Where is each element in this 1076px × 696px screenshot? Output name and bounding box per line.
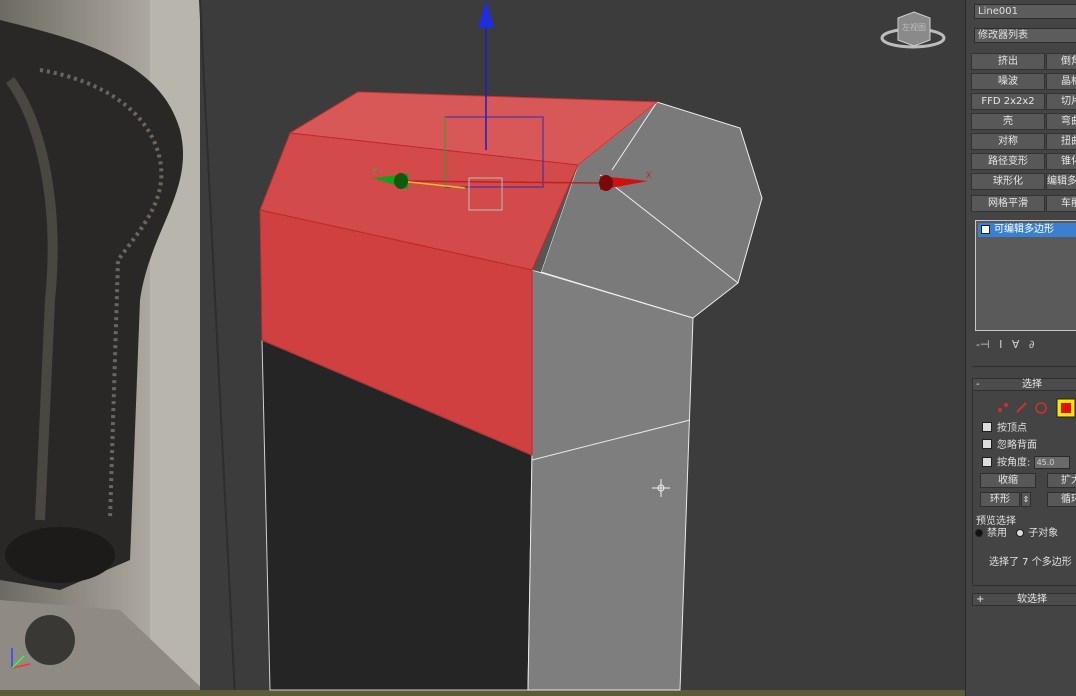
modifier-button-ffd[interactable]: FFD 2x2x2 <box>971 93 1045 110</box>
by-vertex-option[interactable]: 按顶点 <box>982 422 1027 436</box>
expand-icon[interactable] <box>981 224 990 234</box>
ring-spinner[interactable]: ⇕ <box>1021 492 1031 507</box>
viewport-canvas[interactable]: X Y 左视图 <box>0 0 965 696</box>
by-angle-checkbox[interactable] <box>982 456 992 467</box>
modifier-button-spherify[interactable]: 球形化 <box>971 173 1045 190</box>
angle-spinner[interactable]: 45.0 <box>1033 456 1070 469</box>
modifier-button-edit-poly[interactable]: 编辑多边形 <box>1046 173 1076 190</box>
modifier-button-bevel[interactable]: 倒角 <box>1046 53 1076 70</box>
modifier-button-lattice[interactable]: 晶格 <box>1046 73 1076 90</box>
reference-image-plane <box>0 0 235 696</box>
modifier-stack[interactable]: 可编辑多边形 <box>975 220 1076 331</box>
modifier-button-bend[interactable]: 弯曲 <box>1046 113 1076 130</box>
subobject-level-icons <box>998 398 1076 418</box>
preview-subobject-radio[interactable] <box>1016 529 1025 537</box>
modifier-button-twist[interactable]: 扭曲 <box>1046 133 1076 150</box>
viewcube-label: 左视图 <box>902 22 926 32</box>
object-name-field[interactable]: Line001 <box>974 4 1076 19</box>
grow-button[interactable]: 扩大 <box>1047 473 1076 488</box>
modifier-button-lathe[interactable]: 车削 <box>1046 195 1076 212</box>
modifier-button-path-deform[interactable]: 路径变形 <box>971 153 1045 170</box>
by-angle-option[interactable]: 按角度: 45.0 <box>982 456 1070 470</box>
remove-modifier-icon[interactable]: ∂ <box>1029 338 1035 351</box>
border-icon[interactable] <box>1035 402 1047 414</box>
stack-item-label: 可编辑多边形 <box>994 224 1054 235</box>
stack-toolbar: -⊣ I ∀ ∂ <box>976 338 1076 354</box>
modifier-list-dropdown[interactable]: 修改器列表 <box>974 28 1076 43</box>
command-panel: Line001 修改器列表 挤出 倒角 噪波 晶格 FFD 2x2x2 切片 壳… <box>965 0 1076 696</box>
preview-radio-group: 禁用 子对象 <box>975 527 1058 541</box>
preview-selection-label: 预览选择 <box>976 516 1016 527</box>
modifier-button-taper[interactable]: 锥化 <box>1046 153 1076 170</box>
pin-stack-icon[interactable]: -⊣ <box>976 338 990 351</box>
stack-item-editable-poly[interactable]: 可编辑多边形 <box>978 223 1076 237</box>
preview-off-radio[interactable] <box>975 529 983 537</box>
modifier-button-slice[interactable]: 切片 <box>1046 93 1076 110</box>
soft-selection-rollout-header[interactable]: + 软选择 <box>972 593 1076 606</box>
selection-rollout-header[interactable]: - 选择 <box>972 378 1076 391</box>
by-vertex-checkbox[interactable] <box>982 422 992 432</box>
modifier-button-noise[interactable]: 噪波 <box>971 73 1045 90</box>
gizmo-x-label: X <box>646 171 652 180</box>
selection-rollout-title: 选择 <box>1022 379 1042 390</box>
ignore-backfacing-option[interactable]: 忽略背面 <box>982 439 1037 453</box>
modifier-button-shell[interactable]: 壳 <box>971 113 1045 130</box>
modifier-button-meshsmooth[interactable]: 网格平滑 <box>971 195 1045 212</box>
polygon-icon[interactable] <box>1056 398 1076 418</box>
ring-button[interactable]: 环形 <box>980 492 1020 507</box>
gizmo-y-label: Y <box>371 167 377 176</box>
modifier-button-symmetry[interactable]: 对称 <box>971 133 1045 150</box>
show-end-result-icon[interactable]: I <box>999 338 1002 351</box>
modifier-button-extrude[interactable]: 挤出 <box>971 53 1045 70</box>
make-unique-icon[interactable]: ∀ <box>1012 338 1020 351</box>
shrink-button[interactable]: 收缩 <box>980 473 1036 488</box>
vertex-icon[interactable] <box>998 403 1008 412</box>
ignore-backfacing-checkbox[interactable] <box>982 439 992 449</box>
selection-status: 选择了 7 个多边形 <box>989 557 1072 568</box>
edge-icon[interactable] <box>1016 402 1027 413</box>
loop-button[interactable]: 循环 <box>1047 492 1076 507</box>
soft-selection-title: 软选择 <box>1017 594 1047 605</box>
perspective-viewport[interactable]: X Y 左视图 <box>0 0 965 696</box>
panel-divider <box>972 366 1076 367</box>
